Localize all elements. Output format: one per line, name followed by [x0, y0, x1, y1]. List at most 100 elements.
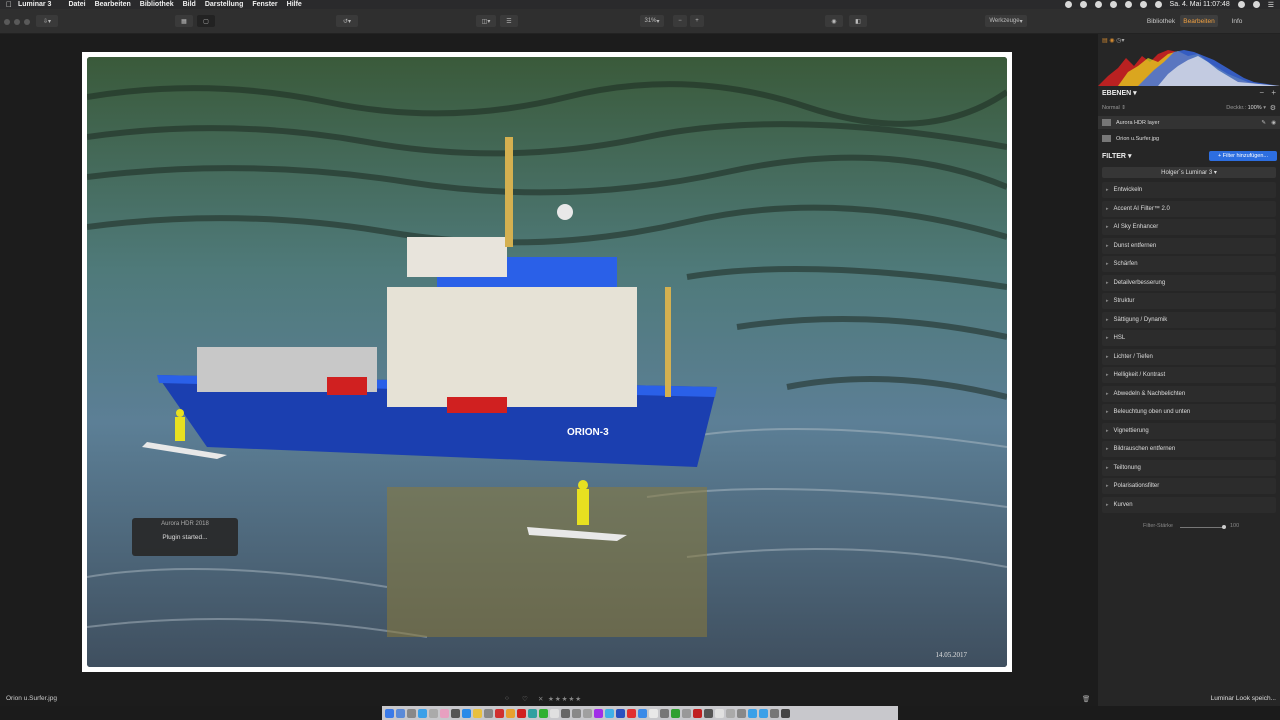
zoom-select[interactable]: 31% ▾ [640, 15, 664, 27]
filter-item[interactable]: ▸ AI Sky Enhancer [1102, 219, 1276, 235]
preset-selector[interactable]: Holger´s Luminar 3 ▾ [1102, 167, 1276, 178]
siri-icon[interactable] [1252, 1, 1260, 8]
image-canvas[interactable]: ORION-3 14.05.2017 Aurora HDR 2018 Plugi… [0, 34, 1098, 706]
filter-item[interactable]: ▸ Teiltonung [1102, 459, 1276, 476]
layer-row-aurora[interactable]: Aurora HDR layer ✎ ◉ [1098, 116, 1280, 129]
save-look-button[interactable]: Luminar Look speich... [1211, 695, 1276, 702]
app-icon[interactable] [660, 708, 669, 718]
app-icon[interactable] [594, 708, 603, 718]
notification-icon[interactable]: ☰ [1268, 1, 1274, 9]
app-icon[interactable] [451, 708, 460, 718]
status-icon[interactable] [1079, 1, 1087, 8]
filter-item[interactable]: ▸ Accent AI Filter™ 2.0 [1102, 200, 1276, 217]
app-icon[interactable] [682, 708, 691, 718]
filter-item[interactable]: ▸ Beleuchtung oben und unten [1102, 404, 1276, 420]
slider-handle[interactable] [1222, 525, 1226, 529]
minimize-window-button[interactable] [14, 19, 20, 25]
zoom-in-button[interactable]: + [690, 15, 704, 27]
histogram-controls[interactable]: ▤ ◉ ◷▾ [1102, 37, 1125, 44]
layer-row-base[interactable]: Orion u.Surfer.jpg [1098, 132, 1280, 145]
single-view-button[interactable]: ▢ [197, 15, 215, 27]
import-button[interactable]: ⇩▾ [36, 15, 58, 27]
preview-button[interactable]: ◉ [825, 15, 843, 27]
app-icon[interactable] [726, 708, 735, 718]
opacity-control[interactable]: Deckkr.: 100% ▾ [1226, 105, 1266, 111]
menu-bild[interactable]: Bild [183, 1, 196, 8]
filter-item[interactable]: ▸ Struktur [1102, 293, 1276, 309]
filter-section-title[interactable]: FILTER ▾ [1102, 152, 1131, 160]
grid-view-button[interactable]: ▦ [175, 15, 193, 27]
filter-item[interactable]: ▸ Sättigung / Dynamik [1102, 311, 1276, 328]
filter-item[interactable]: ▸ Vignettierung [1102, 422, 1276, 439]
menu-darstellung[interactable]: Darstellung [205, 1, 244, 8]
status-icon[interactable] [1094, 1, 1102, 8]
heart-icon[interactable]: ♡ [522, 695, 528, 703]
menu-app-name[interactable]: Luminar 3 [18, 1, 51, 8]
filter-item[interactable]: ▸ Schärfen [1102, 256, 1276, 272]
add-filter-button[interactable]: + Filter hinzufügen... [1209, 151, 1277, 161]
search-icon[interactable] [1237, 1, 1245, 8]
zoom-out-button[interactable]: − [673, 15, 687, 27]
app-icon[interactable] [770, 708, 779, 718]
trash-icon[interactable]: 🗑 [1082, 695, 1090, 703]
close-window-button[interactable] [4, 19, 10, 25]
filter-item[interactable]: ▸ Dunst entfernen [1102, 237, 1276, 254]
filter-item[interactable]: ▸ Abwedeln & Nachbelichten [1102, 385, 1276, 402]
info-icon[interactable]: ○ [505, 695, 509, 702]
app-icon[interactable] [583, 708, 592, 718]
gear-icon[interactable]: ⚙ [1270, 104, 1276, 112]
history-icon[interactable]: ◷▾ [1116, 38, 1124, 44]
volume-icon[interactable] [1139, 1, 1147, 8]
filter-item[interactable]: ▸ HSL [1102, 330, 1276, 346]
app-icon[interactable] [506, 708, 515, 718]
edited-photo[interactable]: ORION-3 14.05.2017 [87, 57, 1007, 667]
eye-icon[interactable]: ◉ [1271, 120, 1276, 126]
star-rating[interactable]: ★★★★★ [548, 695, 582, 703]
finder-icon[interactable] [385, 708, 394, 718]
filter-item[interactable]: ▸ Lichter / Tiefen [1102, 348, 1276, 365]
menu-datei[interactable]: Datei [68, 1, 85, 8]
battery-icon[interactable] [1154, 1, 1162, 8]
filter-item[interactable]: ▸ Entwickeln [1102, 182, 1276, 198]
app-icon[interactable] [616, 708, 625, 718]
filter-item[interactable]: ▸ Kurven [1102, 496, 1276, 513]
tab-info[interactable]: Info [1220, 15, 1254, 27]
filter-item[interactable]: ▸ Bildrauschen entfernen [1102, 441, 1276, 457]
app-icon[interactable] [649, 708, 658, 718]
filter-item[interactable]: ▸ Polarisationsfilter [1102, 478, 1276, 494]
app-icon[interactable] [638, 708, 647, 718]
layers-icon[interactable]: ▤ [1102, 38, 1108, 44]
compare-button[interactable]: ◧ [849, 15, 867, 27]
blend-mode-select[interactable]: Normal ⇕ [1102, 105, 1126, 111]
app-icon[interactable] [627, 708, 636, 718]
bluetooth-icon[interactable] [1124, 1, 1132, 8]
menubar-clock[interactable]: Sa. 4. Mai 11:07:48 [1170, 1, 1230, 8]
filter-item[interactable]: ▸ Detailverbesserung [1102, 274, 1276, 291]
app-icon[interactable] [418, 708, 427, 718]
tab-bibliothek[interactable]: Bibliothek [1142, 15, 1180, 27]
wifi-icon[interactable] [1109, 1, 1117, 8]
filter-strength-slider[interactable] [1180, 527, 1224, 528]
app-icon[interactable] [407, 708, 416, 718]
menu-bearbeiten[interactable]: Bearbeiten [95, 1, 131, 8]
app-icon[interactable] [605, 708, 614, 718]
reject-icon[interactable]: ✕ [538, 695, 543, 703]
app-icon[interactable] [572, 708, 581, 718]
app-icon[interactable] [671, 708, 680, 718]
menu-fenster[interactable]: Fenster [252, 1, 277, 8]
status-icon[interactable] [1064, 1, 1072, 8]
app-icon[interactable] [539, 708, 548, 718]
app-icon[interactable] [550, 708, 559, 718]
app-icon[interactable] [561, 708, 570, 718]
trash-dock-icon[interactable] [781, 708, 790, 718]
tab-bearbeiten[interactable]: Bearbeiten [1180, 15, 1218, 27]
app-icon[interactable] [517, 708, 526, 718]
app-icon[interactable] [715, 708, 724, 718]
tools-dropdown[interactable]: Werkzeuge ▾ [985, 15, 1027, 27]
app-icon[interactable] [737, 708, 746, 718]
layers-section-title[interactable]: EBENEN ▾ [1102, 89, 1137, 97]
app-icon[interactable] [429, 708, 438, 718]
zoom-window-button[interactable] [24, 19, 30, 25]
app-icon[interactable] [462, 708, 471, 718]
app-icon[interactable] [528, 708, 537, 718]
